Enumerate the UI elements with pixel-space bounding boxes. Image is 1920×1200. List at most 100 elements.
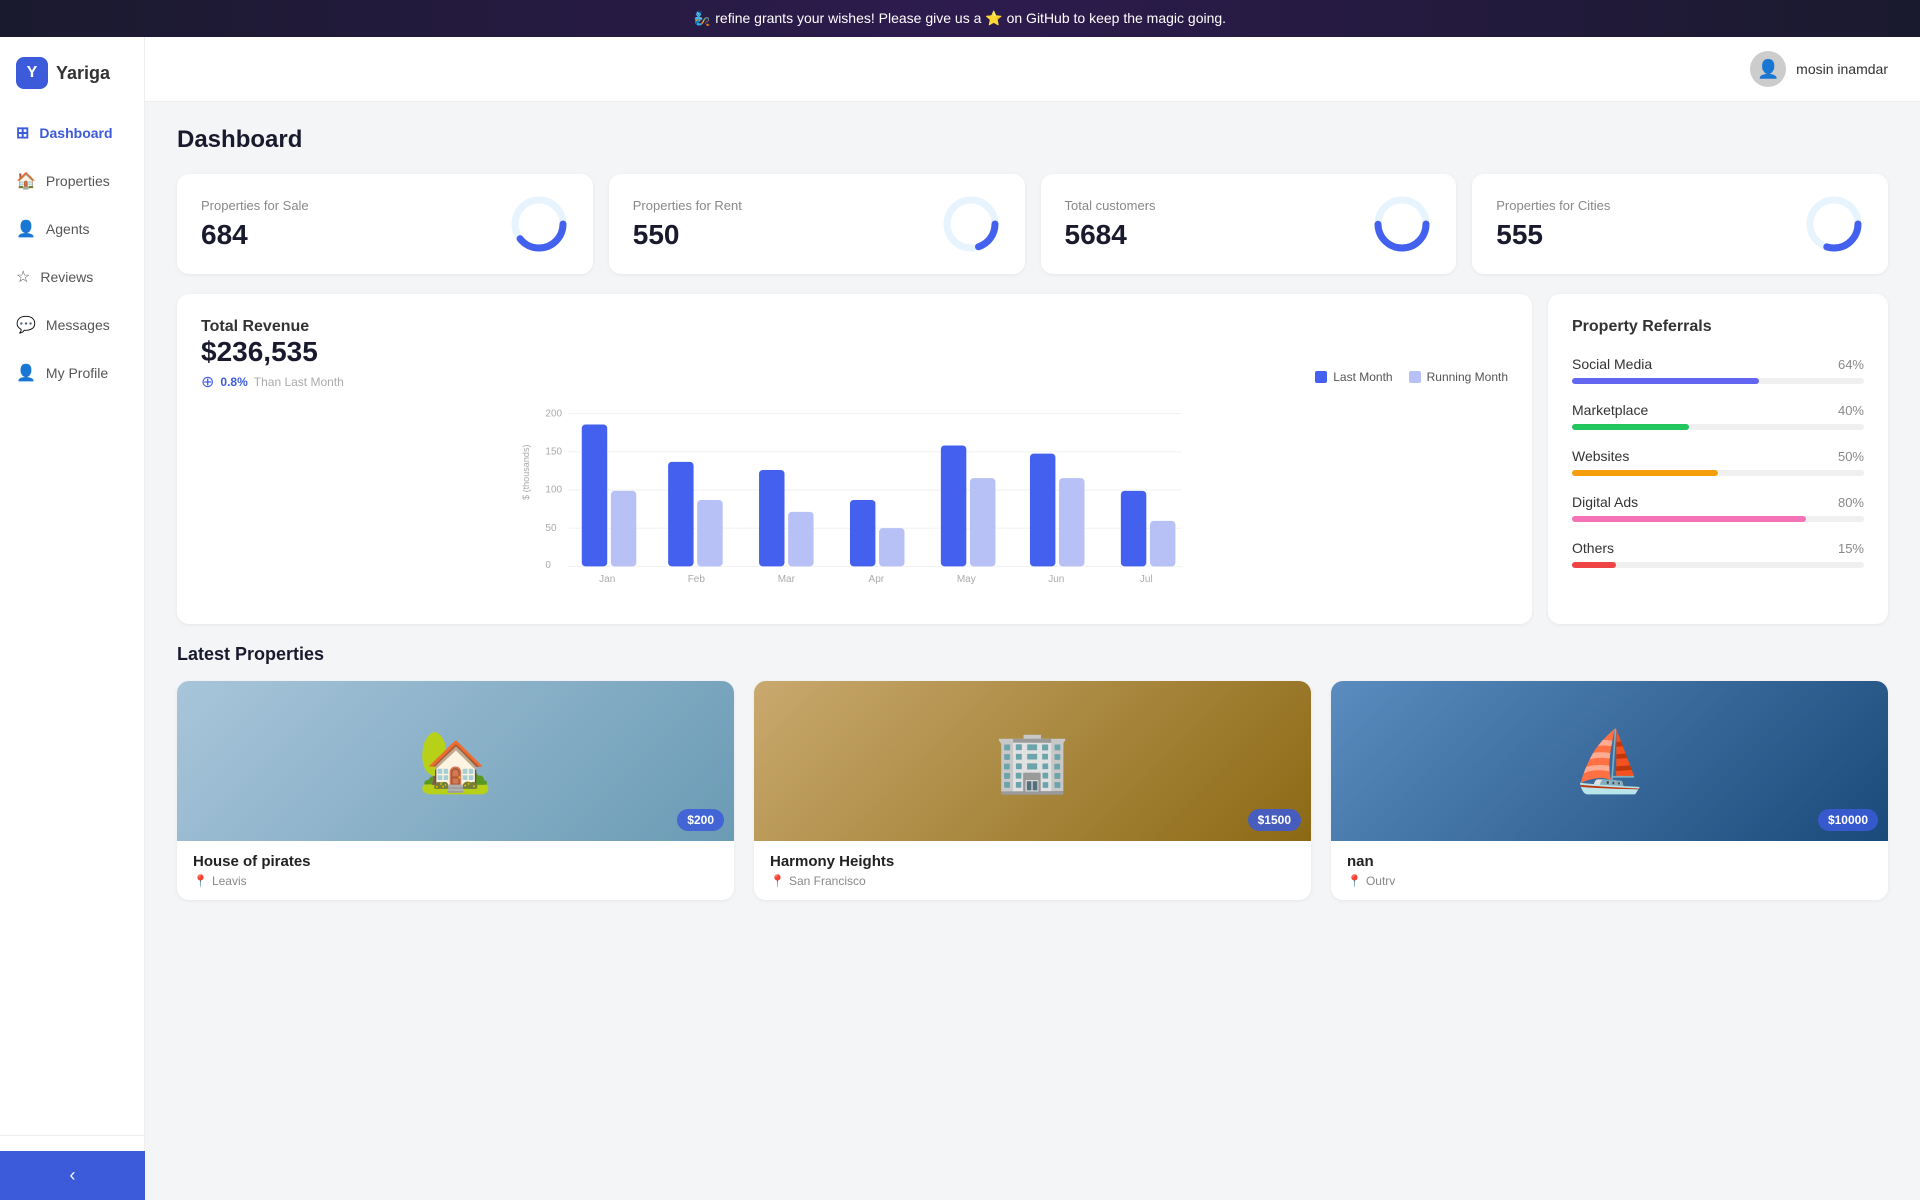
logo-text: Yariga <box>56 63 110 84</box>
dashboard-body: Dashboard Properties for Sale 684 <box>145 102 1920 1200</box>
property-location-2: 📍 San Francisco <box>770 874 1295 888</box>
main-header: 👤 mosin inamdar <box>145 37 1920 102</box>
stat-value-for-rent: 550 <box>633 219 742 251</box>
progress-bg-others <box>1572 562 1864 568</box>
property-card-3[interactable]: ⛵ $10000 nan 📍 Outrv <box>1331 681 1888 900</box>
collapse-icon: ‹ <box>70 1165 76 1186</box>
referral-item-websites: Websites 50% <box>1572 448 1864 476</box>
svg-text:Apr: Apr <box>869 574 885 585</box>
svg-text:200: 200 <box>545 408 562 419</box>
referral-row-digital-ads: Digital Ads 80% <box>1572 494 1864 510</box>
referral-item-others: Others 15% <box>1572 540 1864 568</box>
referral-label-others: Others <box>1572 540 1614 556</box>
sidebar-item-label: Dashboard <box>39 125 112 141</box>
sidebar-logo: Y Yariga <box>0 37 144 109</box>
sidebar-item-properties[interactable]: 🏠 Properties <box>0 157 144 205</box>
svg-text:Jun: Jun <box>1048 574 1064 585</box>
property-info-3: nan 📍 Outrv <box>1331 841 1888 900</box>
revenue-change-label: Than Last Month <box>254 375 344 389</box>
banner-text: 🧞 refine grants your wishes! Please give… <box>694 10 1226 26</box>
stat-info-customers: Total customers 5684 <box>1065 198 1156 251</box>
sidebar-nav: ⊞ Dashboard 🏠 Properties 👤 Agents ☆ Revi… <box>0 109 144 1135</box>
referral-item-marketplace: Marketplace 40% <box>1572 402 1864 430</box>
referral-pct-websites: 50% <box>1838 449 1864 464</box>
username: mosin inamdar <box>1796 61 1888 77</box>
svg-text:Jan: Jan <box>599 574 615 585</box>
referrals-card: Property Referrals Social Media 64% Mark… <box>1548 294 1888 624</box>
stat-info-cities: Properties for Cities 555 <box>1496 198 1610 251</box>
property-img-2: 🏢 $1500 <box>754 681 1311 841</box>
svg-text:150: 150 <box>545 447 562 458</box>
sidebar-collapse-button[interactable]: ‹ <box>0 1151 145 1200</box>
referral-label-marketplace: Marketplace <box>1572 402 1648 418</box>
property-price-badge-3: $10000 <box>1818 809 1878 831</box>
chart-legend: Last Month Running Month <box>1315 370 1508 384</box>
progress-fill-social-media <box>1572 378 1759 384</box>
legend-label-last-month: Last Month <box>1333 370 1392 384</box>
referral-item-digital-ads: Digital Ads 80% <box>1572 494 1864 522</box>
progress-bg-digital-ads <box>1572 516 1864 522</box>
bar-chart-container: 200 150 100 50 0 $ (thousands) <box>201 400 1508 600</box>
sidebar-item-agents[interactable]: 👤 Agents <box>0 205 144 253</box>
myprofile-icon: 👤 <box>16 363 36 383</box>
property-location-3: 📍 Outrv <box>1347 874 1872 888</box>
stat-info-for-rent: Properties for Rent 550 <box>633 198 742 251</box>
stat-label-for-rent: Properties for Rent <box>633 198 742 213</box>
sidebar-item-label: Messages <box>46 317 110 333</box>
referral-row-others: Others 15% <box>1572 540 1864 556</box>
donut-customers <box>1372 194 1432 254</box>
top-banner: 🧞 refine grants your wishes! Please give… <box>0 0 1920 37</box>
stat-value-customers: 5684 <box>1065 219 1156 251</box>
donut-for-sale <box>509 194 569 254</box>
stat-info-for-sale: Properties for Sale 684 <box>201 198 309 251</box>
revenue-change-pct: 0.8% <box>220 375 247 389</box>
donut-for-rent <box>941 194 1001 254</box>
logo-icon: Y <box>16 57 48 89</box>
reviews-icon: ☆ <box>16 267 30 287</box>
property-card-2[interactable]: 🏢 $1500 Harmony Heights 📍 San Francisco <box>754 681 1311 900</box>
stat-card-for-rent: Properties for Rent 550 <box>609 174 1025 274</box>
referral-label-websites: Websites <box>1572 448 1629 464</box>
stats-grid: Properties for Sale 684 Properties for R… <box>177 174 1888 274</box>
referral-pct-social-media: 64% <box>1838 357 1864 372</box>
sidebar-item-reviews[interactable]: ☆ Reviews <box>0 253 144 301</box>
property-name-2: Harmony Heights <box>770 853 1295 870</box>
referral-item-social-media: Social Media 64% <box>1572 356 1864 384</box>
stat-card-for-sale: Properties for Sale 684 <box>177 174 593 274</box>
messages-icon: 💬 <box>16 315 36 335</box>
sidebar-item-myprofile[interactable]: 👤 My Profile <box>0 349 144 397</box>
referral-label-social-media: Social Media <box>1572 356 1652 372</box>
latest-properties-section: Latest Properties 🏡 $200 House of pirate… <box>177 644 1888 900</box>
property-card-1[interactable]: 🏡 $200 House of pirates 📍 Leavis <box>177 681 734 900</box>
dashboard-icon: ⊞ <box>16 123 29 143</box>
stat-label-cities: Properties for Cities <box>1496 198 1610 213</box>
property-price-badge-1: $200 <box>677 809 724 831</box>
referral-pct-marketplace: 40% <box>1838 403 1864 418</box>
progress-fill-digital-ads <box>1572 516 1806 522</box>
progress-fill-websites <box>1572 470 1718 476</box>
legend-last-month: Last Month <box>1315 370 1392 384</box>
referral-pct-others: 15% <box>1838 541 1864 556</box>
property-info-1: House of pirates 📍 Leavis <box>177 841 734 900</box>
sidebar-item-label: Agents <box>46 221 90 237</box>
referrals-title: Property Referrals <box>1572 318 1864 336</box>
property-name-3: nan <box>1347 853 1872 870</box>
referral-row-marketplace: Marketplace 40% <box>1572 402 1864 418</box>
progress-bg-social-media <box>1572 378 1864 384</box>
revenue-amount: $236,535 <box>201 336 344 368</box>
avatar: 👤 <box>1750 51 1786 87</box>
properties-grid: 🏡 $200 House of pirates 📍 Leavis <box>177 681 1888 900</box>
legend-label-running-month: Running Month <box>1427 370 1508 384</box>
progress-bg-marketplace <box>1572 424 1864 430</box>
user-info: 👤 mosin inamdar <box>1750 51 1888 87</box>
stat-label-customers: Total customers <box>1065 198 1156 213</box>
latest-properties-title: Latest Properties <box>177 644 1888 665</box>
properties-icon: 🏠 <box>16 171 36 191</box>
legend-dot-last-month <box>1315 371 1327 383</box>
revenue-change: ⊕ 0.8% Than Last Month <box>201 372 344 392</box>
svg-text:50: 50 <box>545 523 557 534</box>
sidebar-item-dashboard[interactable]: ⊞ Dashboard <box>0 109 144 157</box>
property-name-1: House of pirates <box>193 853 718 870</box>
sidebar-item-messages[interactable]: 💬 Messages <box>0 301 144 349</box>
svg-text:May: May <box>957 574 976 585</box>
